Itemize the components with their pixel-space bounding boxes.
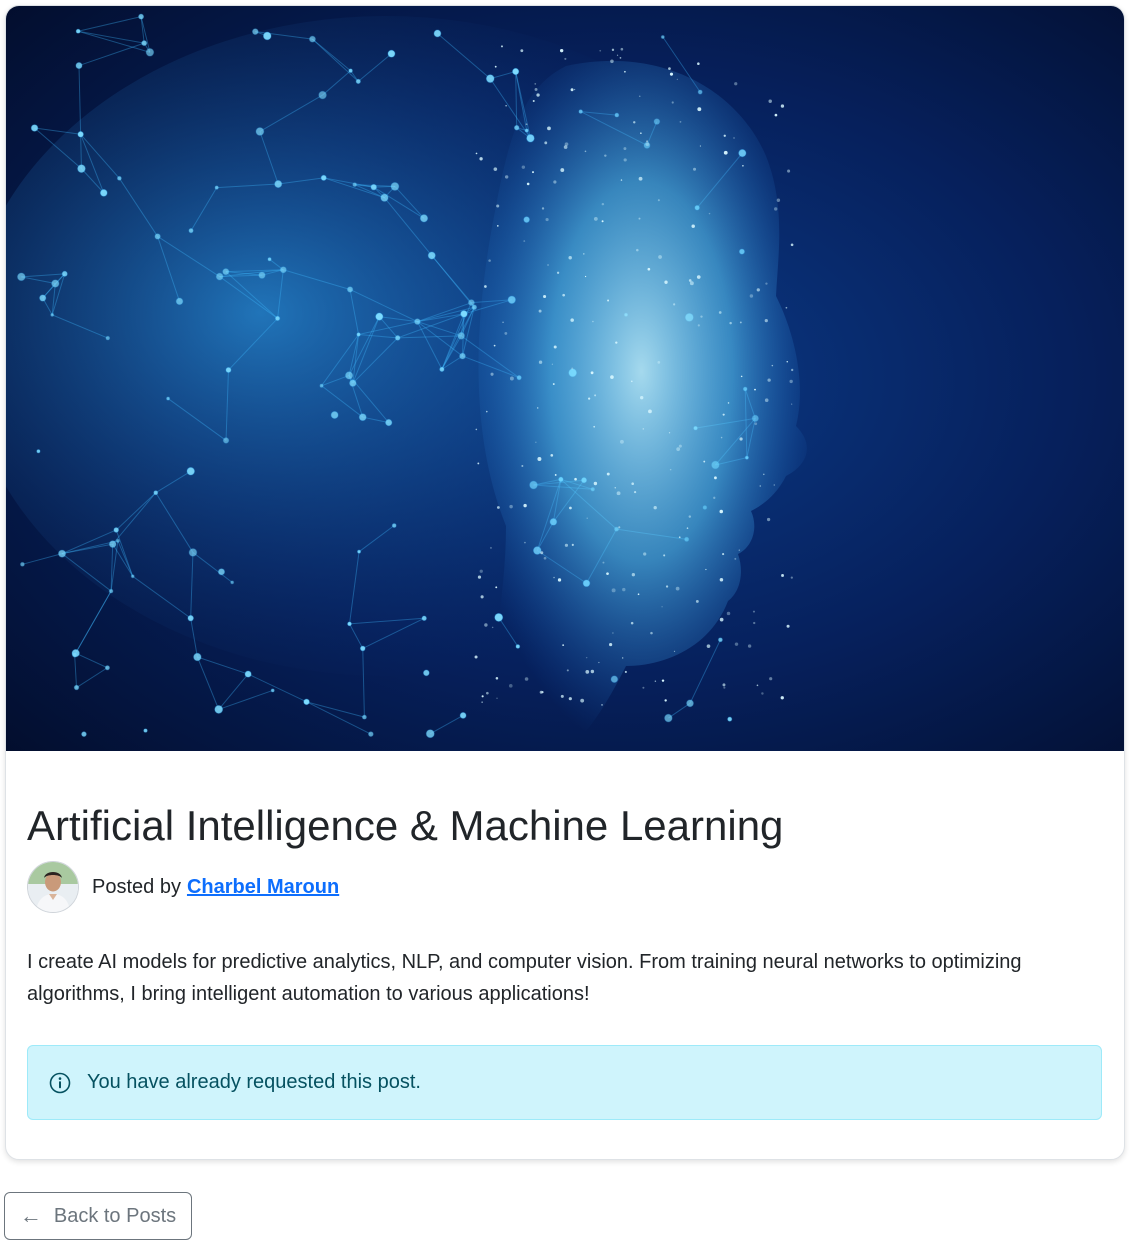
author-link[interactable]: Charbel Maroun bbox=[187, 876, 339, 898]
already-requested-alert: You have already requested this post. bbox=[27, 1045, 1102, 1120]
posted-by: Posted by Charbel Maroun bbox=[92, 876, 339, 899]
avatar-photo-icon bbox=[28, 862, 78, 912]
post-card: Artificial Intelligence & Machine Learni… bbox=[5, 5, 1125, 1160]
post-hero-image bbox=[6, 6, 1124, 751]
arrow-left-icon: ← bbox=[19, 1203, 42, 1228]
post-author-row: Posted by Charbel Maroun bbox=[27, 861, 339, 913]
back-to-posts-label: Back to Posts bbox=[53, 1204, 177, 1227]
alert-message: You have already requested this post. bbox=[87, 1071, 421, 1093]
author-avatar bbox=[27, 861, 79, 913]
posted-by-label: Posted by bbox=[92, 875, 181, 898]
back-to-posts-button[interactable]: ← Back to Posts bbox=[4, 1192, 192, 1240]
post-description: I create AI models for predictive analyt… bbox=[27, 951, 1022, 1005]
info-icon bbox=[49, 1072, 71, 1094]
post-title: Artificial Intelligence & Machine Learni… bbox=[27, 802, 784, 849]
